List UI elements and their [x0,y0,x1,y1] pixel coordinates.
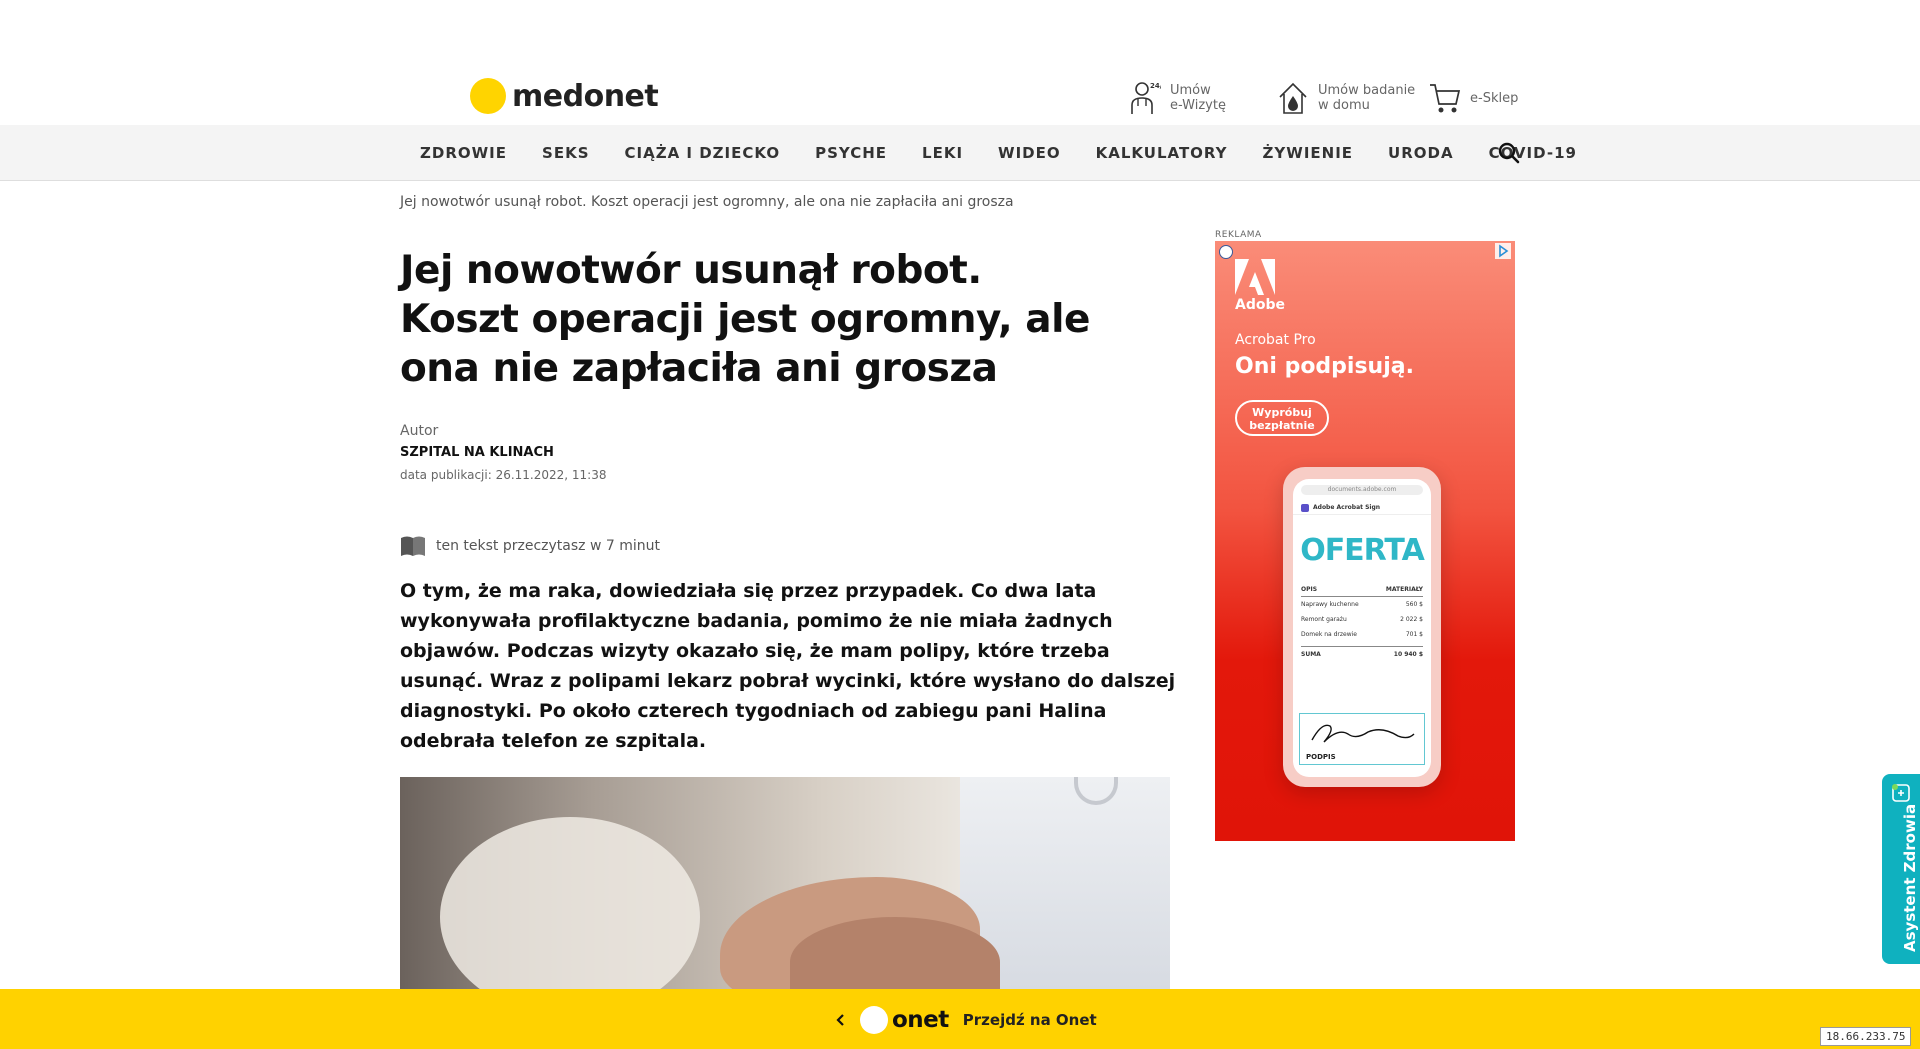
nav-item-ciaza-i-dziecko[interactable]: CIĄŻA I DZIECKO [625,144,781,162]
phone-doc-row: Naprawy kuchenne 560 $ [1301,597,1423,612]
e-visit-link[interactable]: 24/7 Umów e-Wizytę [1128,80,1226,116]
e-shop-label: e-Sklep [1470,90,1519,106]
acrobat-sign-icon [1301,503,1309,512]
nav-item-zdrowie[interactable]: ZDROWIE [420,144,507,162]
phone-sign-label: PODPIS [1306,753,1336,761]
phone-row-amount: 701 $ [1405,631,1423,638]
chat-assistant-icon [1892,784,1910,802]
phone-doc-row: Domek na drzewie 701 $ [1301,627,1423,642]
main-nav: ZDROWIE SEKS CIĄŻA I DZIECKO PSYCHE LEKI… [0,125,1920,181]
chevron-left-icon [836,1014,844,1026]
ad-headline: Oni podpisują. [1235,354,1414,379]
doctor-24-7-icon: 24/7 [1128,80,1162,116]
phone-row-amount: 2 022 $ [1400,616,1423,623]
cart-icon [1428,80,1462,116]
nav-item-zywienie[interactable]: ŻYWIENIE [1263,144,1354,162]
onet-bottom-bar: onet Przejdź na Onet [0,989,1920,1049]
phone-doc-title: OFERTA [1300,533,1425,568]
ad-product: Acrobat Pro [1235,332,1316,348]
ad-choices-icon[interactable] [1495,243,1511,259]
phone-doc-total: SUMA 10 940 $ [1301,646,1423,661]
house-drop-icon [1276,80,1310,116]
home-exam-label: Umów badanie w domu [1318,83,1415,113]
e-visit-line1: Umów [1170,83,1211,98]
e-shop-link[interactable]: e-Sklep [1428,80,1518,116]
phone-doc-table: OPIS MATERIAŁY Naprawy kuchenne 560 $ Re… [1301,582,1423,661]
e-visit-label: Umów e-Wizytę [1170,83,1226,113]
phone-row-desc: Remont garażu [1301,616,1347,623]
health-assistant-label: Asystent Zdrowia [1901,803,1919,952]
phone-col1: OPIS [1301,585,1318,593]
home-exam-link[interactable]: Umów badanie w domu [1276,80,1415,116]
onet-cta-text: Przejdź na Onet [962,1011,1097,1029]
e-visit-line2: e-Wizytę [1170,98,1226,113]
home-exam-line2: w domu [1318,98,1370,113]
phone-row-desc: Domek na drzewie [1301,631,1357,638]
nav-item-wideo[interactable]: WIDEO [998,144,1061,162]
ad-phone-mockup: documents.adobe.com Adobe Acrobat Sign O… [1283,467,1441,787]
svg-text:24/7: 24/7 [1150,82,1161,90]
health-assistant-tab[interactable]: Asystent Zdrowia [1882,774,1920,964]
phone-url-bar: documents.adobe.com [1301,485,1423,495]
phone-row-desc: Naprawy kuchenne [1301,601,1359,608]
nav-item-kalkulatory[interactable]: KALKULATORY [1096,144,1228,162]
phone-col2: MATERIAŁY [1385,585,1423,593]
phone-doc-row: Remont garażu 2 022 $ [1301,612,1423,627]
go-to-onet-link[interactable]: onet Przejdź na Onet [834,1006,1097,1034]
phone-app-bar: Adobe Acrobat Sign [1293,501,1431,515]
nav-item-uroda[interactable]: URODA [1388,144,1454,162]
adobe-logo-icon [1235,259,1275,295]
medonet-logo[interactable]: medonet [470,78,659,114]
author-label: Autor [400,423,439,439]
nav-list: ZDROWIE SEKS CIĄŻA I DZIECKO PSYCHE LEKI… [420,125,1612,181]
onet-logo-text: onet [892,1007,949,1033]
logo-text: medonet [512,78,659,114]
article-lead: O tym, że ma raka, dowiedziała się przez… [400,580,1176,752]
adobe-ad-banner[interactable]: Adobe Acrobat Pro Oni podpisują. Wypróbu… [1215,241,1515,841]
ip-address: 18.66.233.75 [1820,1027,1912,1046]
site-header: medonet 24/7 Umów e-Wizytę Umów badanie … [0,0,1920,125]
phone-total-label: SUMA [1301,650,1321,658]
ad-cta-button[interactable]: Wypróbuj bezpłatnie [1235,400,1329,436]
phone-signature-box: PODPIS [1299,713,1425,765]
phone-row-amount: 560 $ [1405,601,1423,608]
ad-label: REKLAMA [1215,230,1262,240]
article-title: Jej nowotwór usunął robot. Koszt operacj… [400,248,1090,391]
article-hero-image [400,777,1170,989]
reading-time: ten tekst przeczytasz w 7 minut [400,535,660,557]
nav-item-seks[interactable]: SEKS [542,144,589,162]
publication-date: data publikacji: 26.11.2022, 11:38 [400,468,607,482]
phone-total-value: 10 940 $ [1393,650,1423,658]
author-name[interactable]: SZPITAL NA KLINACH [400,445,554,460]
onet-logo-dot-icon [860,1006,888,1034]
book-icon [401,536,425,556]
nav-item-leki[interactable]: LEKI [922,144,963,162]
reading-time-text: ten tekst przeczytasz w 7 minut [436,538,660,554]
breadcrumb[interactable]: Jej nowotwór usunął robot. Koszt operacj… [400,194,1014,210]
phone-app-name: Adobe Acrobat Sign [1313,504,1381,511]
phone-screen: documents.adobe.com Adobe Acrobat Sign O… [1293,479,1431,777]
search-icon[interactable] [1497,141,1521,165]
home-exam-line1: Umów badanie [1318,83,1416,98]
phone-doc-header: OPIS MATERIAŁY [1301,582,1423,597]
ad-privacy-icon[interactable] [1219,245,1233,259]
hero-shape [440,817,700,989]
ad-brand: Adobe [1235,297,1285,313]
logo-dot-icon [470,78,506,114]
nav-item-psyche[interactable]: PSYCHE [815,144,887,162]
signature-icon [1311,724,1415,743]
